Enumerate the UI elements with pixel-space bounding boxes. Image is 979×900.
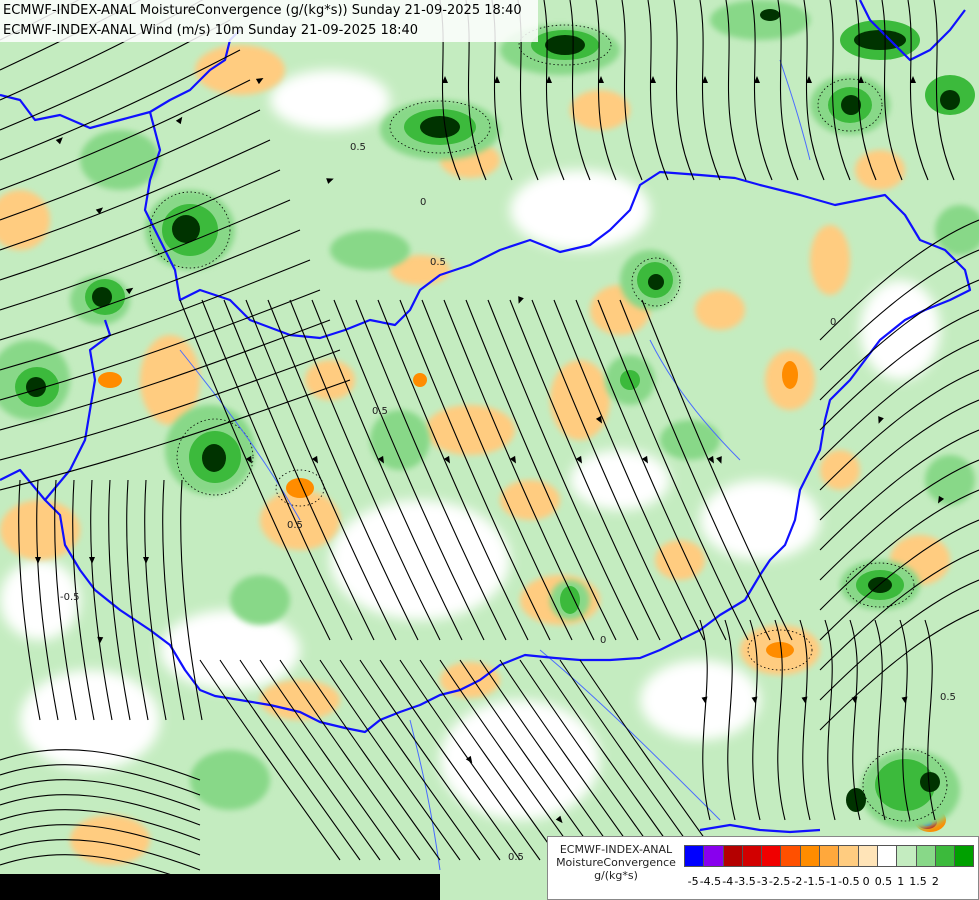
legend-tick-label: 1 — [897, 875, 905, 888]
legend-swatch — [741, 845, 763, 867]
map-title-box: ECMWF-INDEX-ANAL MoistureConvergence (g/… — [0, 0, 538, 42]
legend-tick-label: 0.5 — [874, 875, 893, 888]
legend-swatch — [876, 845, 898, 867]
legend-unit: g/(kg*s) — [594, 869, 638, 882]
legend-swatch — [780, 845, 801, 867]
contour-label: 0.5 — [350, 142, 366, 153]
no-data-strip — [0, 874, 440, 900]
legend-tick-label: -4.5 — [699, 875, 722, 888]
contour-label: 0.5 — [287, 520, 303, 531]
title-moisture-convergence: ECMWF-INDEX-ANAL MoistureConvergence (g/… — [3, 3, 522, 18]
legend-tick-label: -2.5 — [768, 875, 791, 888]
legend-swatches — [684, 845, 975, 867]
legend-tick-label: -1 — [826, 875, 838, 888]
legend-swatch — [799, 845, 821, 867]
legend-swatch — [954, 845, 975, 867]
legend-swatch — [722, 845, 743, 867]
legend-tick-label: 1.5 — [909, 875, 927, 888]
legend-model: ECMWF-INDEX-ANAL — [559, 843, 673, 856]
legend-swatch — [857, 845, 878, 867]
contour-label: 0.5 — [508, 852, 524, 863]
color-legend: ECMWF-INDEX-ANAL MoistureConvergence g/(… — [547, 836, 979, 900]
legend-tick-label: -3.5 — [734, 875, 756, 888]
contour-label: 0 — [420, 197, 426, 208]
legend-tick-label: -2 — [791, 875, 803, 888]
legend-swatch — [915, 845, 936, 867]
legend-tick-label: -4 — [722, 875, 734, 888]
legend-swatch — [684, 845, 705, 867]
legend-label: ECMWF-INDEX-ANAL MoistureConvergence g/(… — [552, 843, 680, 882]
legend-tick-label: -3 — [756, 875, 768, 888]
contour-label: 0 — [600, 635, 606, 646]
legend-swatch — [703, 845, 724, 867]
legend-tick-label: 0 — [862, 875, 870, 888]
contour-label: 0.5 — [372, 406, 388, 417]
legend-swatch — [761, 845, 782, 867]
legend-swatch — [896, 845, 917, 867]
contour-label: 0 — [830, 317, 836, 328]
legend-swatch — [838, 845, 859, 867]
legend-tick-label: -0.5 — [838, 875, 860, 888]
contour-label: 0.5 — [940, 692, 956, 703]
legend-variable: MoistureConvergence — [556, 856, 676, 869]
contour-label: -0.5 — [60, 592, 80, 603]
legend-tick-label: -5 — [687, 875, 699, 888]
title-wind: ECMWF-INDEX-ANAL Wind (m/s) 10m Sunday 2… — [3, 23, 419, 38]
legend-tick-label: -1.5 — [803, 875, 825, 888]
legend-swatch — [819, 845, 840, 867]
contour-label: 0.5 — [430, 257, 446, 268]
legend-tick-label: 2 — [931, 875, 939, 888]
map-canvas: 0.5 0 0.5 0.5 -0.5 0 0.5 0 0.5 0.5 — [0, 0, 979, 900]
legend-swatch — [934, 845, 956, 867]
